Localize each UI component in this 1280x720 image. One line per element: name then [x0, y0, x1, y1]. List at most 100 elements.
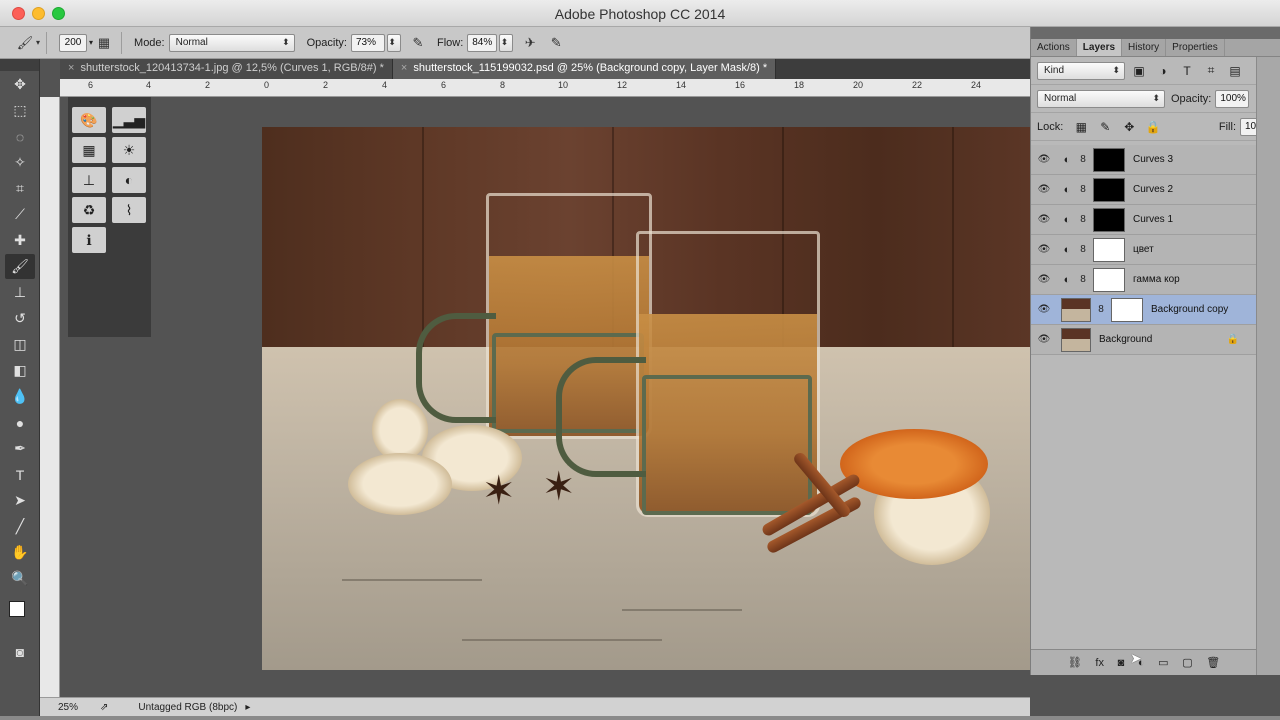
- adjustments-icon[interactable]: ☀: [112, 137, 146, 163]
- layer-name[interactable]: Curves 3: [1133, 154, 1257, 165]
- path-select-icon[interactable]: ➤: [5, 488, 35, 513]
- tab-properties[interactable]: Properties: [1166, 39, 1225, 56]
- color-profile[interactable]: Untagged RGB (8bpc): [138, 702, 237, 713]
- mode-select[interactable]: Normal: [168, 33, 295, 52]
- panel-header[interactable]: [1031, 27, 1280, 39]
- opacity-input[interactable]: 73%: [350, 33, 385, 52]
- layer-mask-thumbnail[interactable]: [1093, 177, 1125, 202]
- panel-scrollbar[interactable]: [1256, 57, 1280, 675]
- layer-row[interactable]: 👁 Background 🔒: [1031, 325, 1257, 355]
- close-tab-icon[interactable]: ×: [68, 62, 74, 74]
- visibility-eye-icon[interactable]: 👁: [1031, 274, 1057, 285]
- layer-mask-thumbnail[interactable]: [1093, 237, 1125, 262]
- lock-all-icon[interactable]: 🔒: [1143, 118, 1163, 136]
- layer-name[interactable]: гамма кор: [1133, 274, 1257, 285]
- lock-pixels-icon[interactable]: ✎: [1095, 118, 1115, 136]
- blur-icon[interactable]: 💧: [5, 384, 35, 409]
- layer-style-icon[interactable]: fx: [1095, 657, 1104, 669]
- history-brush-icon[interactable]: ↺: [5, 306, 35, 331]
- tab-layers[interactable]: Layers: [1076, 39, 1123, 56]
- layer-row[interactable]: 👁 ◐ 8 гамма кор: [1031, 265, 1257, 295]
- brush-size-picker[interactable]: 200 ▾: [59, 32, 93, 54]
- ruler-vertical[interactable]: [40, 97, 60, 697]
- move-icon[interactable]: ✥: [5, 72, 35, 97]
- new-group-icon[interactable]: ▭: [1158, 656, 1168, 669]
- new-layer-icon[interactable]: ▢: [1182, 656, 1192, 669]
- layer-mask-thumbnail[interactable]: [1093, 147, 1125, 172]
- lock-position-icon[interactable]: ✥: [1119, 118, 1139, 136]
- visibility-eye-icon[interactable]: 👁: [1031, 184, 1057, 195]
- clone-source-icon[interactable]: ⊥: [72, 167, 106, 193]
- quick-select-icon[interactable]: ✧: [5, 150, 35, 175]
- layer-name[interactable]: Curves 1: [1133, 214, 1257, 225]
- pressure-size-icon[interactable]: ✎: [545, 33, 567, 53]
- color-swatches[interactable]: [5, 595, 34, 635]
- visibility-eye-icon[interactable]: 👁: [1031, 244, 1057, 255]
- layer-row[interactable]: 👁 ◐ 8 Curves 3: [1031, 145, 1257, 175]
- tab-history[interactable]: History: [1122, 39, 1167, 56]
- healing-icon[interactable]: ✚: [5, 228, 35, 253]
- hand-icon[interactable]: ✋: [5, 540, 35, 565]
- layer-filter-select[interactable]: Kind: [1037, 61, 1125, 80]
- recycle-icon[interactable]: ♻: [72, 197, 106, 223]
- image-filter-icon[interactable]: ▣: [1129, 62, 1149, 80]
- smart-object-filter-icon[interactable]: ▤: [1225, 62, 1245, 80]
- chevron-right-icon[interactable]: ▸: [245, 702, 250, 713]
- swatches-icon[interactable]: ▦: [72, 137, 106, 163]
- tool-preset-picker[interactable]: 🖌 ▾: [14, 32, 40, 54]
- line-icon[interactable]: ╱: [5, 514, 35, 539]
- delete-layer-icon[interactable]: 🗑: [1206, 656, 1220, 669]
- layer-row-selected[interactable]: 👁 8 Background copy: [1031, 295, 1257, 325]
- zoom-icon[interactable]: 🔍: [5, 566, 35, 591]
- layer-mask-thumbnail[interactable]: [1093, 207, 1125, 232]
- flow-input[interactable]: 84%: [467, 33, 498, 52]
- shape-filter-icon[interactable]: ⌗: [1201, 62, 1221, 80]
- zoom-level[interactable]: 25%: [40, 702, 80, 713]
- layer-thumbnail[interactable]: [1061, 327, 1091, 352]
- visibility-eye-icon[interactable]: 👁: [1031, 214, 1057, 225]
- layer-row[interactable]: 👁 ◐ 8 цвет: [1031, 235, 1257, 265]
- dodge-icon[interactable]: ●: [5, 410, 35, 435]
- airbrush-icon[interactable]: ✈: [519, 33, 541, 53]
- lasso-icon[interactable]: ◌: [5, 124, 35, 149]
- crop-icon[interactable]: ⌗: [5, 176, 35, 201]
- tab-actions[interactable]: Actions: [1031, 39, 1077, 56]
- layer-row[interactable]: 👁 ◐ 8 Curves 1: [1031, 205, 1257, 235]
- brush-panel-icon[interactable]: ▦: [93, 33, 115, 53]
- bucket-icon[interactable]: ◧: [5, 358, 35, 383]
- type-filter-icon[interactable]: T: [1177, 62, 1197, 80]
- layer-mask-thumbnail[interactable]: [1111, 297, 1143, 322]
- adjustment-filter-icon[interactable]: ◑: [1153, 62, 1173, 80]
- layer-name[interactable]: Background: [1099, 334, 1227, 345]
- palette-icon[interactable]: 🎨: [72, 107, 106, 133]
- document-canvas[interactable]: ✶ ✶: [262, 127, 1030, 670]
- pen-icon[interactable]: ✒: [5, 436, 35, 461]
- blend-mode-select[interactable]: Normal: [1037, 89, 1165, 108]
- visibility-eye-icon[interactable]: 👁: [1031, 334, 1057, 345]
- layer-name[interactable]: Curves 2: [1133, 184, 1257, 195]
- pressure-opacity-icon[interactable]: ✎: [407, 33, 429, 53]
- tab-document-1[interactable]: × shutterstock_120413734-1.jpg @ 12,5% (C…: [60, 59, 393, 79]
- layer-name[interactable]: цвет: [1133, 244, 1257, 255]
- close-tab-icon[interactable]: ×: [401, 62, 407, 74]
- styles-icon[interactable]: ◐: [112, 167, 146, 193]
- visibility-eye-icon[interactable]: 👁: [1031, 154, 1057, 165]
- flow-slider-toggle[interactable]: [499, 33, 514, 52]
- tools-panel-header[interactable]: [0, 59, 39, 71]
- ruler-horizontal[interactable]: 6 4 2 0 2 4 6 8 10 12 14 16 18 20 22 24: [60, 79, 1030, 97]
- foreground-color-swatch[interactable]: [9, 601, 25, 617]
- export-icon[interactable]: ⇗: [100, 702, 108, 713]
- histogram-icon[interactable]: ▁▃▅: [112, 107, 146, 133]
- eraser-icon[interactable]: ◫: [5, 332, 35, 357]
- stamp-icon[interactable]: ⊥: [5, 280, 35, 305]
- link-layers-icon[interactable]: ⛓: [1068, 656, 1082, 669]
- layer-opacity-input[interactable]: 100%: [1215, 89, 1250, 108]
- type-icon[interactable]: T: [5, 462, 35, 487]
- layer-name[interactable]: Background copy: [1151, 304, 1257, 315]
- eyedropper-icon[interactable]: ⟋: [5, 202, 35, 227]
- paths-icon[interactable]: ⌇: [112, 197, 146, 223]
- layer-row[interactable]: 👁 ◐ 8 Curves 2: [1031, 175, 1257, 205]
- quick-mask-icon[interactable]: ◙: [5, 639, 35, 664]
- visibility-eye-icon[interactable]: 👁: [1031, 304, 1057, 315]
- opacity-slider-toggle[interactable]: [386, 33, 401, 52]
